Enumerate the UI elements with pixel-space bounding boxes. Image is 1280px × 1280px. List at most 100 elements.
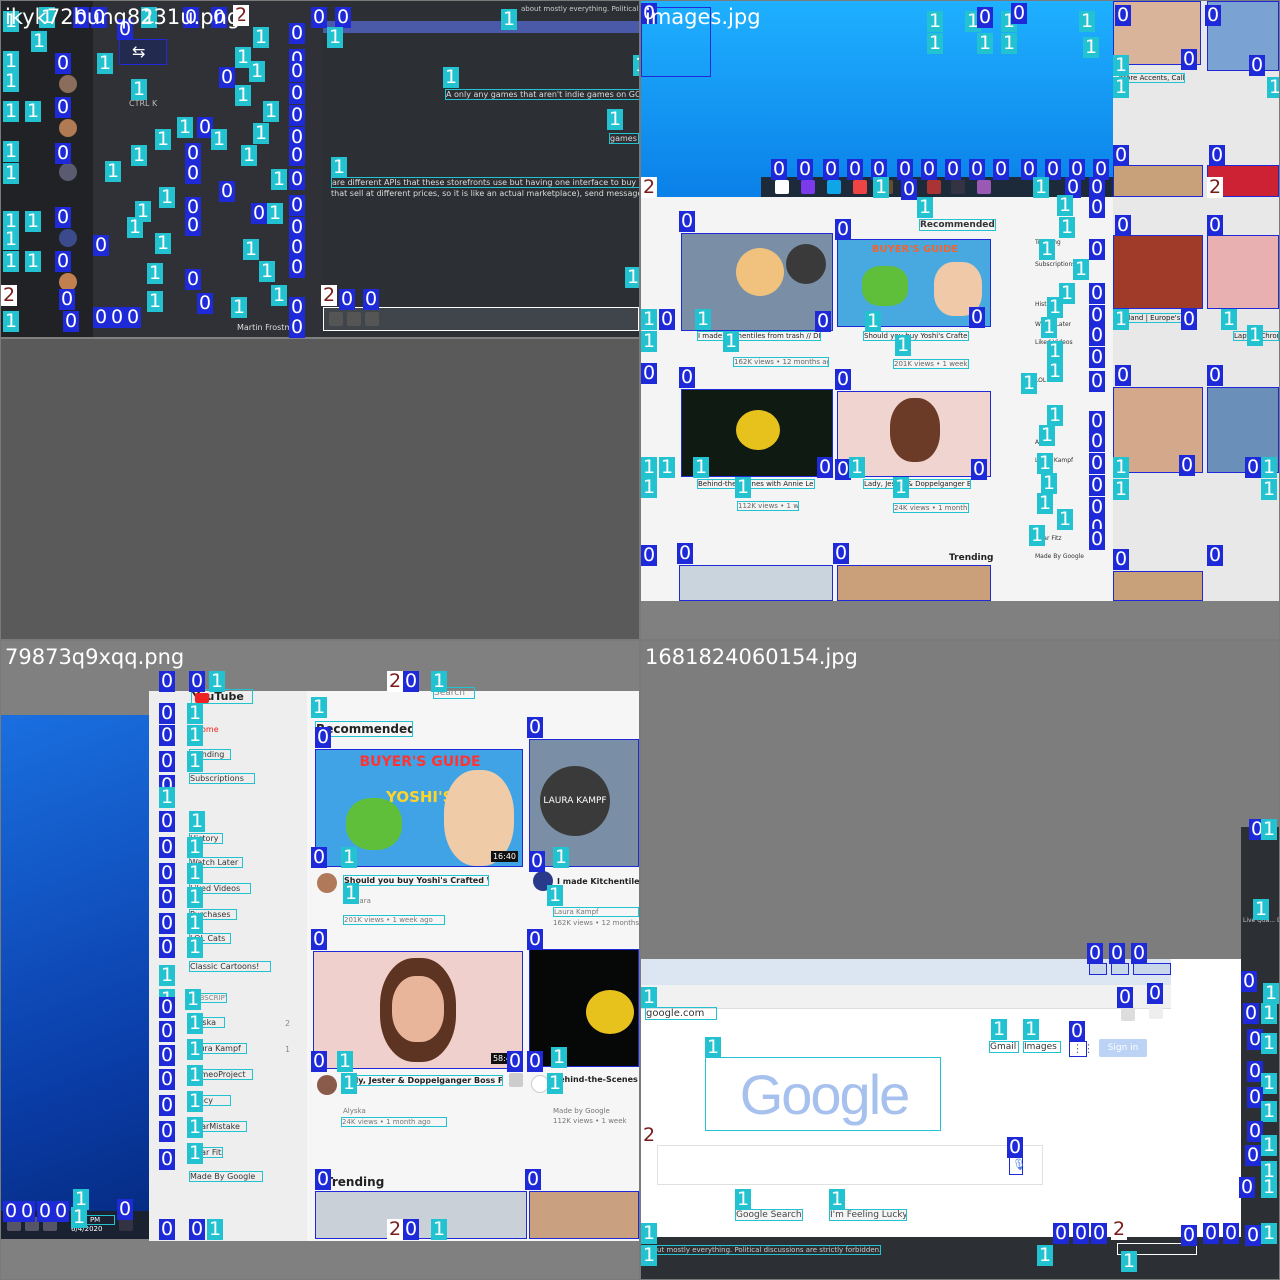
video-thumbnail[interactable] xyxy=(679,565,833,601)
server-icon[interactable] xyxy=(59,75,77,93)
minimize-button[interactable] xyxy=(1089,963,1107,975)
video-title[interactable]: Should you buy Yoshi's Crafted World?? |… xyxy=(863,331,969,341)
detection-label: 1 xyxy=(927,10,944,32)
detection-label: 2 xyxy=(1,284,18,306)
channel-name[interactable]: Laura Kampf xyxy=(553,907,639,917)
app-icon[interactable] xyxy=(927,180,941,194)
related-thumbnail[interactable] xyxy=(1207,235,1279,309)
detection-label: 0 xyxy=(817,456,834,478)
detection-label: 0 xyxy=(527,1050,544,1072)
server-icon[interactable] xyxy=(59,163,77,181)
detection-label: 0 xyxy=(1207,544,1224,566)
detection-label: 0 xyxy=(159,1068,176,1090)
detection-label: 0 xyxy=(1131,942,1148,964)
server-icon[interactable] xyxy=(59,229,77,247)
apps-grid-icon[interactable]: ⋮⋮ xyxy=(1069,1041,1094,1057)
detection-label: 1 xyxy=(187,936,204,958)
chrome-icon[interactable] xyxy=(853,180,867,194)
app-icon[interactable] xyxy=(951,180,965,194)
detection-label: 0 xyxy=(251,202,268,224)
detection-label: 0 xyxy=(3,1200,20,1222)
detection-label: 1 xyxy=(189,810,206,832)
channel-name[interactable]: Alyska xyxy=(343,1107,366,1115)
sidebar-item[interactable]: Made By Google xyxy=(1035,553,1084,560)
feeling-lucky-button[interactable]: I'm Feeling Lucky xyxy=(829,1209,907,1221)
detection-label: 1 xyxy=(659,456,676,478)
detection-label: 0 xyxy=(1245,1144,1262,1166)
detection-label: 0 xyxy=(1181,48,1198,70)
video-title[interactable]: Behind-the-Scenes with Leibovitz and Win… xyxy=(553,1075,639,1084)
detection-label: 2 xyxy=(387,1218,404,1240)
swap-icon[interactable]: ⇆ xyxy=(119,39,167,65)
sub-made-by-google[interactable]: Made By Google xyxy=(189,1171,263,1182)
detection-label: 0 xyxy=(185,162,202,184)
channel-avatar[interactable] xyxy=(317,873,337,893)
menu-icon[interactable] xyxy=(1149,1005,1163,1019)
detection-label: 0 xyxy=(311,1050,328,1072)
detection-label: 1 xyxy=(1073,258,1090,280)
url-text[interactable]: google.com xyxy=(645,1007,717,1020)
maximize-button[interactable] xyxy=(1111,963,1129,975)
sign-in-button[interactable]: Sign in xyxy=(1099,1039,1147,1057)
sidebar-item[interactable]: Subscriptions xyxy=(1035,261,1075,268)
playlist-classic-cartoons[interactable]: Classic Cartoons! xyxy=(189,961,271,972)
detection-label: 1 xyxy=(705,1036,722,1058)
app-icon[interactable] xyxy=(801,180,815,194)
detection-label: 0 xyxy=(159,724,176,746)
nav-subscriptions[interactable]: Subscriptions xyxy=(189,773,255,784)
detection-label: 1 xyxy=(1113,456,1130,478)
gmail-link[interactable]: Gmail xyxy=(989,1041,1019,1053)
detection-label: 1 xyxy=(501,8,518,30)
detection-label: 0 xyxy=(159,670,176,692)
detection-label: 0 xyxy=(185,214,202,236)
detection-label: 1 xyxy=(311,696,328,718)
related-thumbnail[interactable] xyxy=(1113,235,1203,309)
app-icon[interactable] xyxy=(775,180,789,194)
detection-label: 0 xyxy=(1007,1136,1024,1158)
channel-avatar[interactable] xyxy=(317,1075,337,1095)
quadrant-chat-screenshot: ikyk72bunq8231u.png ⇆ CTRL K Martin Fros… xyxy=(1,1,639,639)
related-thumbnail[interactable] xyxy=(1113,571,1203,601)
star-icon[interactable] xyxy=(1121,1007,1135,1021)
channel-name[interactable]: Made by Google xyxy=(553,1107,639,1115)
video-thumbnail[interactable]: BUYER'S GUIDE xyxy=(837,239,991,327)
detection-label: 1 xyxy=(147,290,164,312)
close-button[interactable] xyxy=(1133,963,1171,975)
gif-icon[interactable] xyxy=(347,312,361,326)
app-icon[interactable] xyxy=(977,180,991,194)
server-icon[interactable] xyxy=(59,119,77,137)
video-title[interactable]: I made Kitchentiles fro... DIY Plywood T… xyxy=(557,877,639,886)
trending-heading: Trending xyxy=(325,1175,385,1189)
video-thumbnail[interactable] xyxy=(315,1191,527,1239)
detection-label: 0 xyxy=(1091,1222,1108,1244)
detection-label: 0 xyxy=(771,158,788,180)
thumb-text: LAURA KAMPF xyxy=(540,766,610,836)
google-search-button[interactable]: Google Search xyxy=(735,1209,803,1221)
app-icon[interactable] xyxy=(827,180,841,194)
more-options-icon[interactable] xyxy=(509,1073,523,1087)
related-thumbnail[interactable] xyxy=(1113,165,1203,197)
detection-label: 0 xyxy=(289,168,306,190)
microphone-icon[interactable]: 🎙 xyxy=(1009,1155,1026,1175)
video-title[interactable]: Should you buy Yoshi's Crafted World?? |… xyxy=(343,875,489,886)
video-title[interactable]: Lady, Jester & Doppelganger Boss Fights … xyxy=(863,479,971,489)
upload-icon[interactable] xyxy=(329,312,343,326)
search-box[interactable] xyxy=(657,1145,1043,1185)
detection-label: 0 xyxy=(311,928,328,950)
video-thumbnail-laura[interactable]: LAURA KAMPF xyxy=(529,739,639,867)
video-title[interactable]: Lady, Jester & Doppelganger Boss Fights … xyxy=(341,1075,503,1086)
detection-label: 0 xyxy=(1109,942,1126,964)
detection-label: 0 xyxy=(311,846,328,868)
emoji-icon[interactable] xyxy=(365,312,379,326)
detection-label: 1 xyxy=(341,846,358,868)
detection-label: 1 xyxy=(431,1218,448,1240)
address-bar[interactable] xyxy=(641,985,1171,1009)
video-thumbnail[interactable] xyxy=(837,565,991,601)
video-title[interactable]: I made Kitchentiles from trash // DIY Pl… xyxy=(697,331,821,341)
video-title[interactable]: Behind-the-Scenes with Annie Leibovitz a… xyxy=(697,479,815,489)
detection-label: 0 xyxy=(219,180,236,202)
detection-label: 0 xyxy=(1053,1222,1070,1244)
video-thumbnail-flower[interactable] xyxy=(529,949,639,1067)
video-thumbnail[interactable] xyxy=(529,1191,639,1239)
images-link[interactable]: Images xyxy=(1023,1041,1061,1053)
